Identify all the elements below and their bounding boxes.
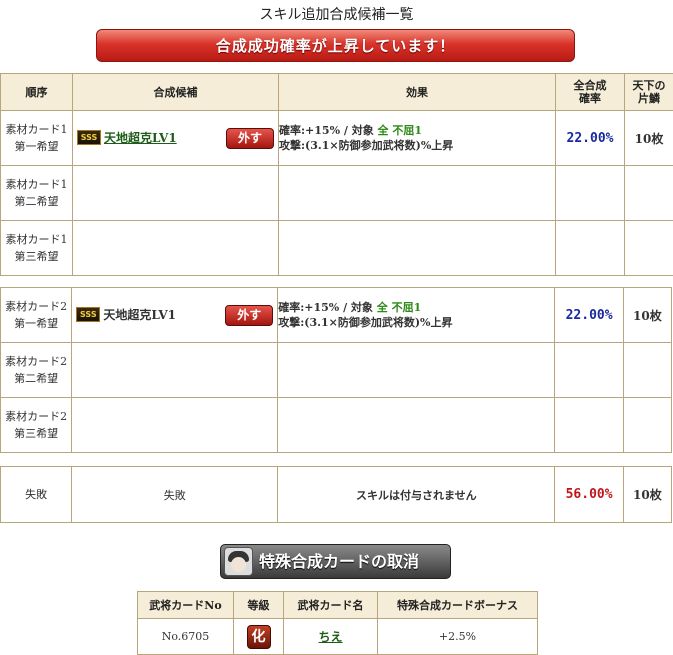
prob-cell: 22.00% (556, 111, 625, 166)
rank-ka-icon: 化 (247, 625, 271, 649)
tenka-cell (623, 398, 671, 453)
header-card-name: 武将カード名 (284, 592, 378, 619)
cancel-special-card-button[interactable]: 特殊合成カードの取消 (220, 544, 451, 579)
candidate-cell (72, 398, 278, 453)
order-cell: 素材カード2第三希望 (1, 398, 72, 453)
candidate-cell: SSS天地超克LV1 外す (73, 111, 279, 166)
table-row: 素材カード2第一希望 SSS天地超克LV1 外す 確率:+15% / 対象 全 … (1, 288, 672, 343)
rank-sss-icon: SSS (76, 307, 100, 322)
candidate-cell (73, 221, 279, 276)
page-title: スキル追加合成候補一覧 (0, 4, 673, 24)
effect-cell (278, 398, 555, 453)
table-row: 素材カード1第二希望 (1, 166, 673, 221)
remove-button[interactable]: 外す (226, 128, 274, 149)
header-tenka: 天下の 片鱗 (625, 74, 673, 111)
tenka-cell: 10枚 (623, 288, 671, 343)
fail-order-cell: 失敗 (1, 467, 72, 523)
order-cell: 素材カード1第三希望 (1, 221, 73, 276)
card-name-link[interactable]: ちえ (318, 630, 342, 644)
order-cell: 素材カード2第一希望 (1, 288, 72, 343)
tenka-cell (623, 343, 671, 398)
fail-row: 失敗 失敗 スキルは付与されません 56.00% 10枚 (1, 467, 672, 523)
tenka-cell: 10枚 (625, 111, 673, 166)
remove-button[interactable]: 外す (225, 305, 273, 326)
fail-tenka-cell: 10枚 (623, 467, 671, 523)
character-portrait-icon (224, 547, 253, 576)
effect-cell: 確率:+15% / 対象 全 不屈1攻撃:(3.1×防御参加武将数)%上昇 (279, 111, 556, 166)
card-row: No.6705 化 ちえ +2.5% (138, 619, 538, 655)
fail-prob-cell: 56.00% (555, 467, 623, 523)
prob-cell (555, 398, 623, 453)
tenka-cell (625, 221, 673, 276)
candidate-table-2: 素材カード2第一希望 SSS天地超克LV1 外す 確率:+15% / 対象 全 … (0, 287, 672, 453)
effect-cell: 確率:+15% / 対象 全 不屈1攻撃:(3.1×防御参加武将数)%上昇 (278, 288, 555, 343)
order-cell: 素材カード1第一希望 (1, 111, 73, 166)
table-row: 素材カード2第二希望 (1, 343, 672, 398)
prob-cell (555, 343, 623, 398)
effect-cell (279, 221, 556, 276)
prob-cell (556, 166, 625, 221)
order-cell: 素材カード2第二希望 (1, 343, 72, 398)
table-row: 素材カード1第一希望 SSS天地超克LV1 外す 確率:+15% / 対象 全 … (1, 111, 673, 166)
header-rank: 等級 (234, 592, 284, 619)
candidate-table-1: 順序 合成候補 効果 全合成 確率 天下の 片鱗 素材カード1第一希望 SSS天… (0, 73, 673, 276)
effect-cell (279, 166, 556, 221)
candidate-cell: SSS天地超克LV1 外す (72, 288, 278, 343)
skill-name: 天地超克LV1 (103, 308, 176, 322)
header-order: 順序 (1, 74, 73, 111)
prob-cell (556, 221, 625, 276)
fail-table: 失敗 失敗 スキルは付与されません 56.00% 10枚 (0, 466, 672, 523)
rank-sss-icon: SSS (77, 130, 101, 145)
candidate-cell (72, 343, 278, 398)
header-total-prob: 全合成 確率 (556, 74, 625, 111)
effect-cell (278, 343, 555, 398)
bonus-cell: +2.5% (378, 619, 538, 655)
card-name-cell: ちえ (284, 619, 378, 655)
rank-cell: 化 (234, 619, 284, 655)
prob-cell: 22.00% (555, 288, 623, 343)
header-effect: 効果 (279, 74, 556, 111)
table-row: 素材カード2第三希望 (1, 398, 672, 453)
header-bonus: 特殊合成カードボーナス (378, 592, 538, 619)
special-card-table: 武将カードNo 等級 武将カード名 特殊合成カードボーナス No.6705 化 … (137, 591, 538, 655)
fail-effect-cell: スキルは付与されません (278, 467, 555, 523)
table-row: 素材カード1第三希望 (1, 221, 673, 276)
header-candidate: 合成候補 (73, 74, 279, 111)
order-cell: 素材カード1第二希望 (1, 166, 73, 221)
cancel-button-label: 特殊合成カードの取消 (259, 545, 419, 578)
skill-link[interactable]: 天地超克LV1 (104, 131, 177, 145)
fail-candidate-cell: 失敗 (72, 467, 278, 523)
card-no-cell: No.6705 (138, 619, 234, 655)
candidate-cell (73, 166, 279, 221)
header-card-no: 武将カードNo (138, 592, 234, 619)
success-rate-banner: 合成成功確率が上昇しています！ (96, 29, 575, 62)
tenka-cell (625, 166, 673, 221)
